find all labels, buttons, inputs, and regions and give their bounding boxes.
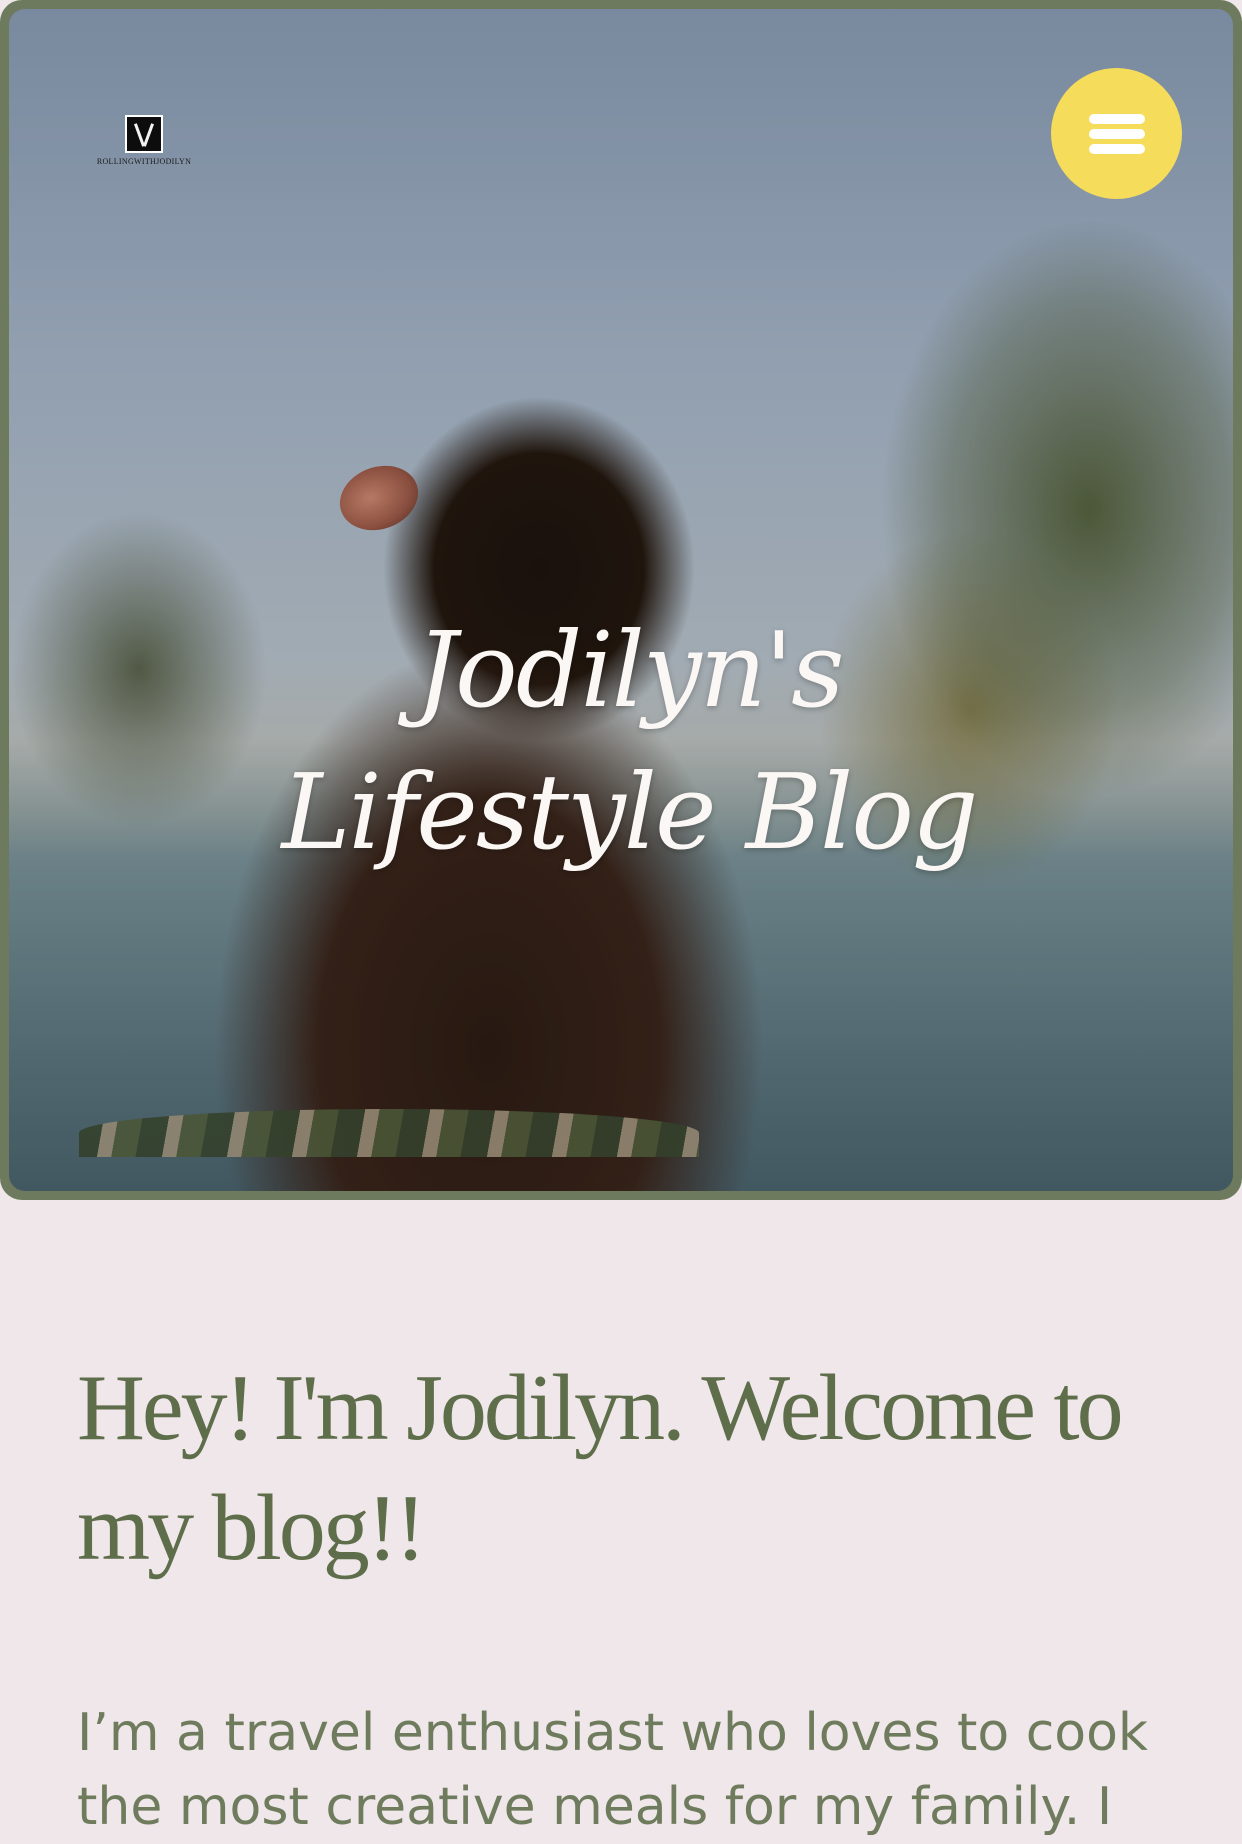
- site-logo[interactable]: ROLLINGWITHJODILYN: [91, 113, 197, 171]
- intro-heading: Hey! I'm Jodilyn. Welcome to my blog!!: [77, 1356, 1124, 1580]
- menu-button[interactable]: [1051, 68, 1182, 199]
- hamburger-menu-icon: [1089, 129, 1145, 139]
- logo-text: ROLLINGWITHJODILYN: [96, 157, 192, 166]
- x-monogram-logo-icon: [125, 115, 163, 153]
- hamburger-menu-icon: [1089, 114, 1145, 124]
- hero-title: Jodilyn's Lifestyle Blog: [281, 609, 978, 873]
- hamburger-menu-icon: [1089, 144, 1145, 154]
- hero-section: ROLLINGWITHJODILYN Jodilyn's Lifestyle B…: [0, 0, 1242, 1200]
- intro-section: Hey! I'm Jodilyn. Welcome to my blog!!: [77, 1348, 1167, 1588]
- intro-body-text: I’m a travel enthusiast who loves to coo…: [77, 1703, 1149, 1837]
- hero-background-image: ROLLINGWITHJODILYN Jodilyn's Lifestyle B…: [9, 9, 1233, 1191]
